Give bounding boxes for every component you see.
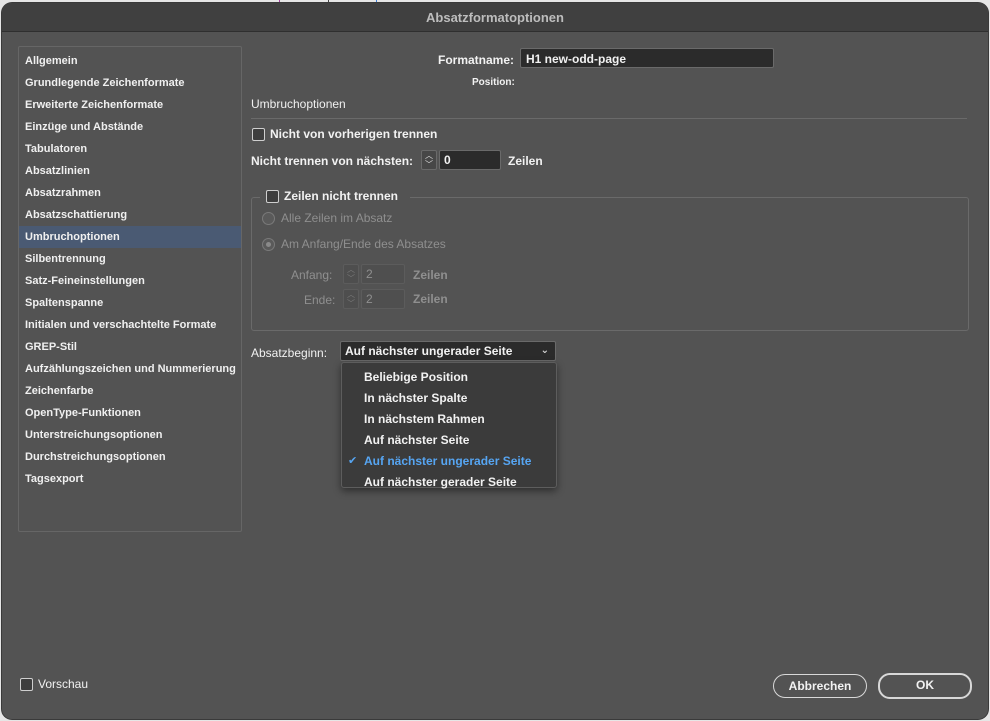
sidebar-item[interactable]: Tabulatoren xyxy=(19,138,241,160)
window-title: Absatzformatoptionen xyxy=(426,9,564,25)
dropdown-option-label: Auf nächster Seite xyxy=(364,433,470,447)
dropdown-option-label: In nächster Spalte xyxy=(364,391,468,405)
start-stepper[interactable]: ︿ ﹀ xyxy=(343,264,359,284)
checkmark-icon: ✔ xyxy=(348,455,358,467)
end-label: Ende: xyxy=(304,293,336,307)
keep-with-next-stepper[interactable]: ︿ ﹀ xyxy=(421,150,437,170)
keep-with-previous-label: Nicht von vorherigen trennen xyxy=(270,127,438,141)
start-label: Anfang: xyxy=(291,268,333,282)
end-unit: Zeilen xyxy=(413,292,448,306)
paragraph-start-value: Auf nächster ungerader Seite xyxy=(345,344,513,358)
dropdown-option[interactable]: Auf nächster Seite xyxy=(342,430,556,451)
sidebar-item[interactable]: Einzüge und Abstände xyxy=(19,116,241,138)
end-input[interactable]: 2 xyxy=(361,289,405,309)
start-input[interactable]: 2 xyxy=(361,264,405,284)
keep-with-previous-checkbox[interactable] xyxy=(252,128,265,141)
sidebar-item[interactable]: Durchstreichungsoptionen xyxy=(19,446,241,468)
sidebar-item[interactable]: Absatzlinien xyxy=(19,160,241,182)
section-title: Umbruchoptionen xyxy=(251,97,346,111)
sidebar-item[interactable]: GREP-Stil xyxy=(19,336,241,358)
format-name-label: Formatname: xyxy=(438,53,515,67)
window-titlebar[interactable]: Absatzformatoptionen xyxy=(2,3,988,32)
start-unit: Zeilen xyxy=(413,268,448,282)
start-end-label: Am Anfang/Ende des Absatzes xyxy=(281,237,446,251)
sidebar-item[interactable]: Absatzrahmen xyxy=(19,182,241,204)
sidebar-item[interactable]: Aufzählungszeichen und Nummerierung xyxy=(19,358,241,380)
sidebar-item[interactable]: Spaltenspanne xyxy=(19,292,241,314)
all-lines-label: Alle Zeilen im Absatz xyxy=(281,211,393,225)
dropdown-option-label: Beliebige Position xyxy=(364,370,469,384)
all-lines-radio[interactable] xyxy=(262,212,275,225)
sidebar-item[interactable]: Silbentrennung xyxy=(19,248,241,270)
section-divider xyxy=(251,118,967,119)
chevron-down-icon: ﹀ xyxy=(347,274,355,283)
chevron-up-icon: ︿ xyxy=(425,151,433,160)
sidebar-item[interactable]: Tagsexport xyxy=(19,468,241,490)
end-stepper[interactable]: ︿ ﹀ xyxy=(343,289,359,309)
keep-lines-checkbox[interactable] xyxy=(266,190,279,203)
sidebar-item[interactable]: Allgemein xyxy=(19,50,241,72)
sidebar-item[interactable]: Grundlegende Zeichenformate xyxy=(19,72,241,94)
sidebar-item[interactable]: Absatzschattierung xyxy=(19,204,241,226)
keep-lines-label: Zeilen nicht trennen xyxy=(284,189,399,203)
sidebar-item[interactable]: Umbruchoptionen xyxy=(19,226,241,248)
start-end-radio[interactable] xyxy=(262,238,275,251)
chevron-up-icon: ︿ xyxy=(347,290,355,299)
dropdown-option[interactable]: ✔ Auf nächster ungerader Seite xyxy=(342,451,556,472)
dropdown-option[interactable]: In nächstem Rahmen xyxy=(342,409,556,430)
preview-checkbox[interactable] xyxy=(20,678,33,691)
dropdown-option[interactable]: Auf nächster gerader Seite xyxy=(342,472,556,493)
chevron-down-icon: ⌄ xyxy=(540,345,549,356)
dropdown-option[interactable]: Beliebige Position xyxy=(342,367,556,388)
dropdown-option-label: Auf nächster gerader Seite xyxy=(364,475,517,489)
sidebar-item[interactable]: Satz-Feineinstellungen xyxy=(19,270,241,292)
sidebar-item[interactable]: Initialen und verschachtelte Formate xyxy=(19,314,241,336)
sidebar-item[interactable]: Unterstreichungsoptionen xyxy=(19,424,241,446)
cancel-button[interactable]: Abbrechen xyxy=(773,674,867,698)
paragraph-start-dropdown: Beliebige Position In nächster Spalte In n… xyxy=(341,362,557,489)
paragraph-start-select[interactable]: Auf nächster ungerader Seite ⌄ xyxy=(340,341,556,361)
paragraph-start-label: Absatzbeginn: xyxy=(251,346,328,360)
format-name-input[interactable]: H1 new-odd-page xyxy=(520,48,774,68)
dialog-window: Absatzformatoptionen Allgemein Grundlegen… xyxy=(2,3,988,719)
sidebar-item[interactable]: Zeichenfarbe xyxy=(19,380,241,402)
chevron-down-icon: ﹀ xyxy=(425,160,433,169)
category-sidebar: Allgemein Grundlegende Zeichenformate Erwe… xyxy=(18,46,242,532)
position-label: Position: xyxy=(472,77,515,88)
keep-with-next-unit: Zeilen xyxy=(508,154,543,168)
keep-with-next-label: Nicht trennen von nächsten: xyxy=(251,154,414,168)
dropdown-option-label: Auf nächster ungerader Seite xyxy=(364,454,532,468)
category-list: Allgemein Grundlegende Zeichenformate Erwe… xyxy=(19,47,241,490)
sidebar-item[interactable]: Erweiterte Zeichenformate xyxy=(19,94,241,116)
ok-button[interactable]: OK xyxy=(878,673,972,699)
dropdown-option-label: In nächstem Rahmen xyxy=(364,412,485,426)
preview-label: Vorschau xyxy=(38,677,89,691)
keep-with-next-input[interactable]: 0 xyxy=(439,150,501,170)
chevron-up-icon: ︿ xyxy=(347,265,355,274)
sidebar-item[interactable]: OpenType-Funktionen xyxy=(19,402,241,424)
dropdown-option[interactable]: In nächster Spalte xyxy=(342,388,556,409)
chevron-down-icon: ﹀ xyxy=(347,299,355,308)
